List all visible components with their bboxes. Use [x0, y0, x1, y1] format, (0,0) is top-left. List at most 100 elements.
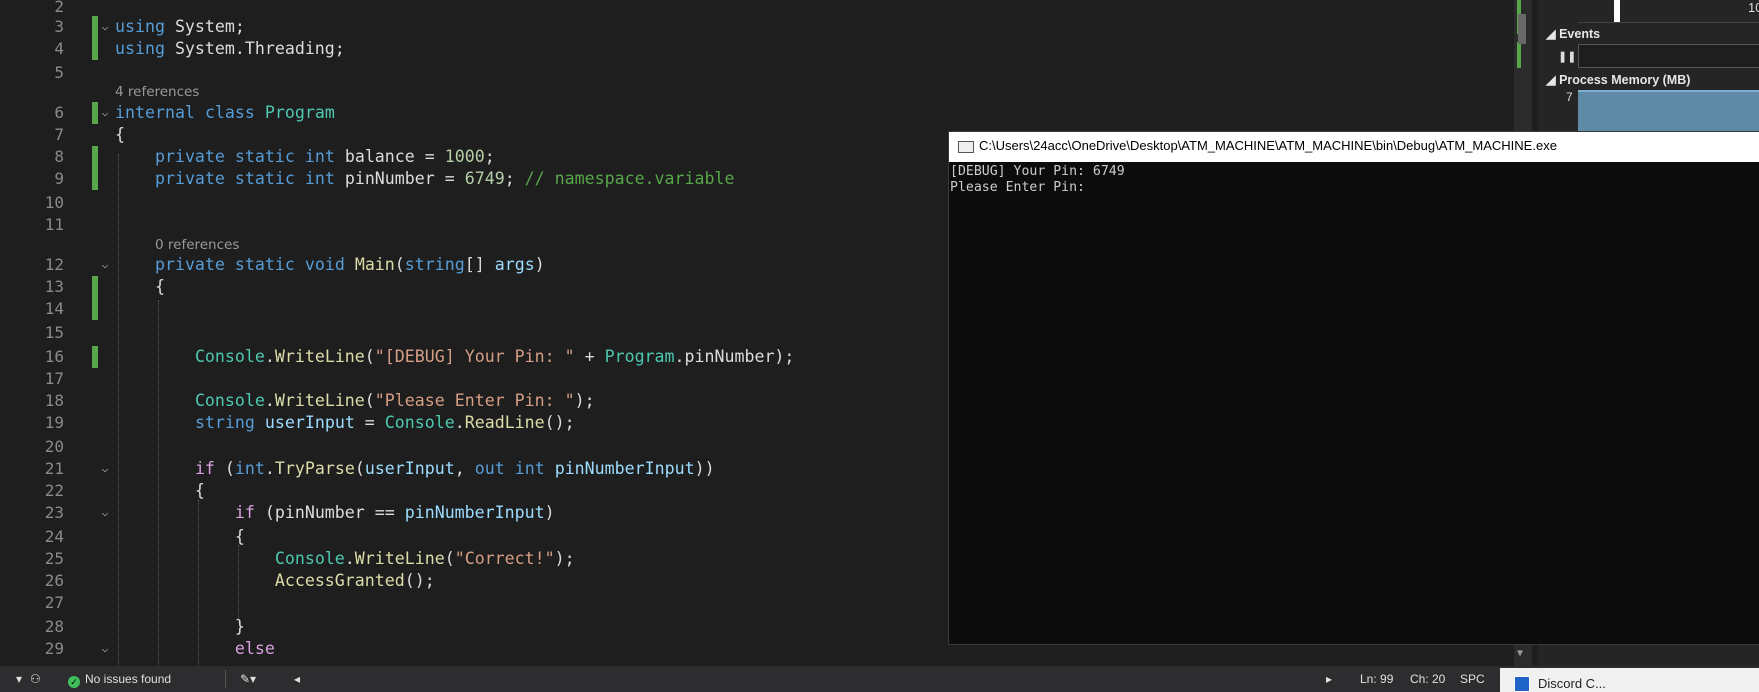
- check-circle-icon: ✓: [68, 676, 80, 688]
- code-text[interactable]: }: [115, 616, 245, 638]
- events-section-header[interactable]: ◢ Events: [1546, 26, 1600, 41]
- codelens-class-references[interactable]: 4 references: [115, 84, 199, 100]
- code-token: Main: [354, 255, 395, 274]
- change-marker: [92, 38, 98, 60]
- code-token: balance =: [334, 147, 445, 166]
- code-token: {: [115, 277, 165, 296]
- code-text[interactable]: internal class Program: [115, 102, 335, 124]
- console-title-bar[interactable]: C:\Users\24acc\OneDrive\Desktop\ATM_MACH…: [949, 132, 1759, 162]
- code-token: {: [115, 481, 205, 500]
- column-indicator[interactable]: Ch: 20: [1410, 672, 1445, 686]
- code-token: .: [264, 347, 275, 366]
- window-icon: [1514, 676, 1530, 692]
- pause-icon[interactable]: ❚❚: [1558, 50, 1576, 63]
- dropdown-arrow-icon[interactable]: ▾: [16, 672, 22, 686]
- code-token: (: [364, 391, 375, 410]
- line-number: 23: [44, 503, 64, 522]
- code-token: .pinNumber);: [674, 347, 795, 366]
- console-output[interactable]: [DEBUG] Your Pin: 6749 Please Enter Pin:: [950, 164, 1125, 196]
- change-marker: [92, 146, 98, 168]
- line-number: 21: [44, 459, 64, 478]
- timeline-label: 10s: [1748, 0, 1759, 15]
- code-text[interactable]: Console.WriteLine("Please Enter Pin: ");: [115, 390, 595, 412]
- code-token: args: [494, 255, 535, 274]
- fold-chevron-icon[interactable]: ⌵: [98, 462, 112, 476]
- code-token: );: [574, 391, 595, 410]
- code-token: TryParse: [274, 459, 355, 478]
- code-token: =: [354, 413, 385, 432]
- scroll-right-arrow-icon[interactable]: ▸: [1326, 672, 1332, 686]
- taskbar-item[interactable]: Discord C...: [1500, 668, 1759, 692]
- timeline-ruler[interactable]: 10s: [1578, 0, 1759, 23]
- code-line[interactable]: 5: [0, 62, 1518, 84]
- code-token: WriteLine: [274, 391, 365, 410]
- scrollbar-thumb[interactable]: [1518, 14, 1526, 44]
- fold-chevron-icon[interactable]: ⌵: [98, 106, 112, 120]
- line-number-indicator[interactable]: Ln: 99: [1360, 672, 1393, 686]
- memory-section-header[interactable]: ◢ Process Memory (MB): [1546, 72, 1690, 87]
- console-window[interactable]: C:\Users\24acc\OneDrive\Desktop\ATM_MACH…: [948, 131, 1759, 645]
- code-line[interactable]: 4 using System.Threading;: [0, 38, 1518, 60]
- fold-chevron-icon[interactable]: ⌵: [98, 20, 112, 34]
- fold-chevron-icon[interactable]: ⌵: [98, 258, 112, 272]
- code-text[interactable]: if (int.TryParse(userInput, out int pinN…: [115, 458, 715, 480]
- code-text[interactable]: using System.Threading;: [115, 38, 345, 60]
- status-bar: ▾ ⚇ ✓ No issues found ✎▾ ◂ ▸ Ln: 99 Ch: 2…: [0, 666, 1759, 692]
- code-text[interactable]: private static int balance = 1000;: [115, 146, 495, 168]
- code-token: "Correct!": [454, 549, 555, 568]
- scroll-down-arrow-icon[interactable]: ▼: [1517, 648, 1523, 659]
- code-token: private: [154, 147, 225, 166]
- issues-indicator[interactable]: ✓ No issues found: [68, 672, 171, 688]
- code-token: ;: [504, 169, 525, 188]
- code-token: +: [574, 347, 605, 366]
- events-track[interactable]: [1578, 44, 1759, 68]
- copilot-icon[interactable]: ⚇: [30, 672, 41, 686]
- code-token: int: [304, 169, 335, 188]
- code-line[interactable]: 3 ⌵ using System;: [0, 16, 1518, 38]
- memory-graph[interactable]: [1578, 90, 1759, 132]
- code-text[interactable]: AccessGranted();: [115, 570, 435, 592]
- code-token: }: [115, 617, 245, 636]
- codelens-main-references[interactable]: 0 references: [155, 237, 239, 253]
- code-token: .: [264, 391, 275, 410]
- indentation-indicator[interactable]: SPC: [1460, 672, 1485, 686]
- code-token: if: [194, 459, 215, 478]
- timeline-cursor[interactable]: [1614, 0, 1620, 22]
- change-marker: [92, 276, 98, 298]
- code-token: static: [234, 255, 295, 274]
- change-marker: [92, 298, 98, 320]
- fold-chevron-icon[interactable]: ⌵: [98, 642, 112, 656]
- code-token: int: [304, 147, 335, 166]
- code-token: );: [554, 549, 575, 568]
- scroll-left-arrow-icon[interactable]: ◂: [294, 672, 300, 686]
- code-token: Program: [604, 347, 675, 366]
- code-text[interactable]: private static int pinNumber = 6749; // …: [115, 168, 735, 190]
- code-token: {: [115, 527, 245, 546]
- code-text[interactable]: else: [115, 638, 275, 660]
- code-text[interactable]: {: [115, 526, 245, 548]
- code-token: WriteLine: [354, 549, 445, 568]
- code-token: Program: [264, 103, 335, 122]
- fold-chevron-icon[interactable]: ⌵: [98, 506, 112, 520]
- code-text[interactable]: {: [115, 480, 205, 502]
- code-text[interactable]: Console.WriteLine("[DEBUG] Your Pin: " +…: [115, 346, 794, 368]
- code-line[interactable]: 6 ⌵ internal class Program: [0, 102, 1518, 124]
- code-text[interactable]: {: [115, 276, 165, 298]
- code-text[interactable]: using System;: [115, 16, 245, 38]
- code-text[interactable]: private static void Main(string[] args): [115, 254, 545, 276]
- code-cleanup-icon[interactable]: ✎▾: [240, 672, 256, 686]
- line-number: 5: [54, 63, 64, 82]
- code-text[interactable]: if (pinNumber == pinNumberInput): [115, 502, 555, 524]
- code-token: string: [404, 255, 465, 274]
- line-number: 26: [44, 571, 64, 590]
- code-text[interactable]: {: [115, 124, 125, 146]
- code-text[interactable]: string userInput = Console.ReadLine();: [115, 412, 575, 434]
- code-token: (pinNumber ==: [254, 503, 405, 522]
- code-text[interactable]: Console.WriteLine("Correct!");: [115, 548, 575, 570]
